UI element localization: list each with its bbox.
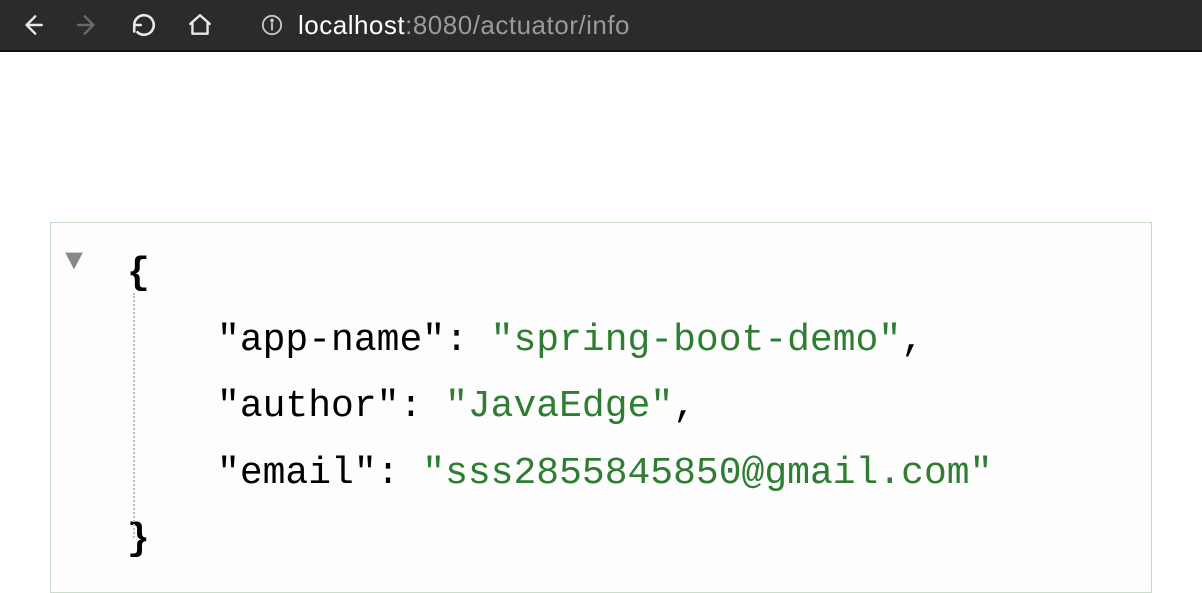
url-path: :8080/actuator/info (405, 10, 630, 40)
url-text: localhost:8080/actuator/info (298, 10, 630, 41)
content-area: ▼ { "app-name": "spring-boot-demo", "aut… (0, 52, 1202, 593)
json-viewer: ▼ { "app-name": "spring-boot-demo", "aut… (50, 222, 1152, 593)
close-brace: } (67, 507, 1131, 574)
back-button[interactable] (18, 11, 46, 39)
json-entry: "app-name": "spring-boot-demo", (67, 308, 1131, 375)
json-value: sss2855845850@gmail.com (445, 452, 970, 495)
open-brace: { (67, 241, 1131, 308)
indent-guide (133, 293, 135, 538)
address-bar[interactable]: localhost:8080/actuator/info (260, 10, 1184, 41)
json-entry: "author": "JavaEdge", (67, 374, 1131, 441)
json-entry: "email": "sss2855845850@gmail.com" (67, 441, 1131, 508)
json-key: app-name (240, 319, 422, 362)
forward-button[interactable] (74, 11, 102, 39)
json-value: spring-boot-demo (513, 319, 878, 362)
home-button[interactable] (186, 11, 214, 39)
site-info-icon[interactable] (260, 13, 284, 37)
browser-toolbar: localhost:8080/actuator/info (0, 0, 1202, 52)
reload-button[interactable] (130, 11, 158, 39)
json-key: email (240, 452, 354, 495)
json-value: JavaEdge (468, 385, 650, 428)
json-key: author (240, 385, 377, 428)
url-host: localhost (298, 10, 405, 40)
collapse-toggle-icon[interactable]: ▼ (65, 247, 83, 277)
